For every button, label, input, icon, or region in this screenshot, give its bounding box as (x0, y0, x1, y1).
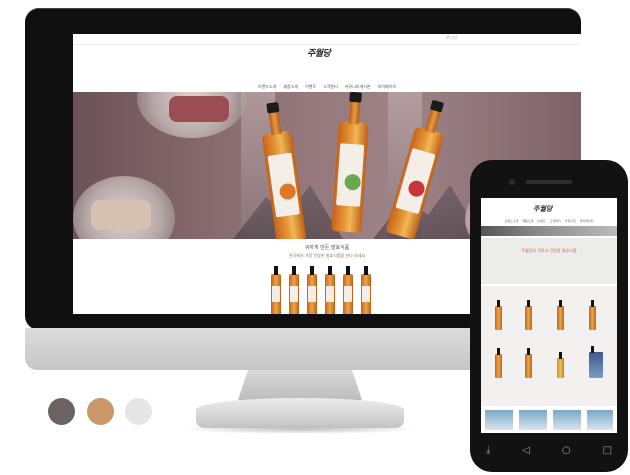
mobile-nav-item[interactable]: 브랜드소개 (504, 219, 518, 223)
nav-item-mypage[interactable]: 마이페이지 (378, 84, 396, 92)
mobile-nav-item[interactable]: 제품소개 (522, 219, 533, 223)
product-thumb[interactable] (589, 300, 596, 330)
product-thumb[interactable] (495, 348, 502, 378)
nav-item-brand[interactable]: 브랜드소개 (258, 84, 276, 92)
product-item[interactable] (289, 266, 299, 314)
login-link[interactable]: 로그인 (446, 35, 457, 41)
featured-tile[interactable] (553, 410, 581, 430)
color-swatch-dark (48, 398, 75, 425)
home-icon[interactable]: ○ (562, 445, 571, 456)
mobile-nav: 브랜드소개 제품소개 이벤트 고객센터 커뮤니티 마이페이지 (481, 219, 617, 223)
nav-item-products[interactable]: 제품소개 (283, 84, 298, 92)
site-logo[interactable]: 주월당 (307, 46, 331, 59)
dish-image (91, 200, 151, 230)
nav-item-community[interactable]: 커뮤니티게시판 (345, 84, 371, 92)
mobile-site-logo[interactable]: 주월당 (533, 204, 552, 214)
product-item[interactable] (325, 266, 335, 314)
color-swatch-light (125, 398, 152, 425)
download-icon[interactable]: ⤓ (486, 445, 490, 456)
mobile-banner-strip (481, 226, 617, 236)
main-nav: 브랜드소개 제품소개 이벤트 고객센터 커뮤니티게시판 마이페이지 (73, 84, 581, 92)
featured-tile[interactable] (519, 410, 547, 430)
mobile-product-grid (481, 286, 617, 406)
mobile-nav-item[interactable]: 마이페이지 (580, 219, 594, 223)
camera-icon (509, 179, 515, 185)
back-icon[interactable]: ◁ (522, 445, 530, 456)
stand-shadow (180, 424, 420, 434)
nav-item-support[interactable]: 고객센터 (323, 84, 338, 92)
speaker-grille (526, 180, 572, 184)
mobile-nav-item[interactable]: 이벤트 (537, 219, 545, 223)
mobile-nav-item[interactable]: 커뮤니티 (565, 219, 576, 223)
product-thumb[interactable] (557, 300, 564, 330)
monitor-stand-neck (238, 370, 362, 400)
nav-item-event[interactable]: 이벤트 (305, 84, 316, 92)
mobile-section-heading: 주월당의 귀하고 건강한 발효식품 (521, 248, 577, 253)
product-item[interactable] (307, 266, 317, 314)
featured-tile[interactable] (485, 410, 513, 430)
product-thumb[interactable] (495, 300, 502, 330)
meat-image (169, 96, 229, 122)
product-thumb[interactable] (589, 346, 603, 378)
mobile-phone: 주월당 브랜드소개 제품소개 이벤트 고객센터 커뮤니티 마이페이지 주월당의 … (470, 160, 628, 472)
product-bottle-image (331, 121, 369, 233)
phone-screen: 주월당 브랜드소개 제품소개 이벤트 고객센터 커뮤니티 마이페이지 주월당의 … (481, 198, 617, 433)
mobile-intro-section (481, 238, 617, 284)
featured-tile[interactable] (587, 410, 613, 430)
product-lineup (271, 266, 391, 314)
android-nav-bar: ⤓ ◁ ○ □ (470, 445, 628, 456)
color-swatch-tan (87, 398, 114, 425)
product-item[interactable] (343, 266, 353, 314)
product-thumb[interactable] (557, 352, 564, 378)
product-item[interactable] (271, 266, 281, 314)
recents-icon[interactable]: □ (603, 445, 612, 456)
mobile-featured-strip (481, 406, 617, 433)
site-top-bar: 로그인 (73, 34, 581, 45)
mobile-nav-item[interactable]: 고객센터 (550, 219, 561, 223)
product-thumb[interactable] (525, 348, 532, 378)
product-item[interactable] (361, 266, 371, 314)
product-thumb[interactable] (525, 300, 532, 330)
